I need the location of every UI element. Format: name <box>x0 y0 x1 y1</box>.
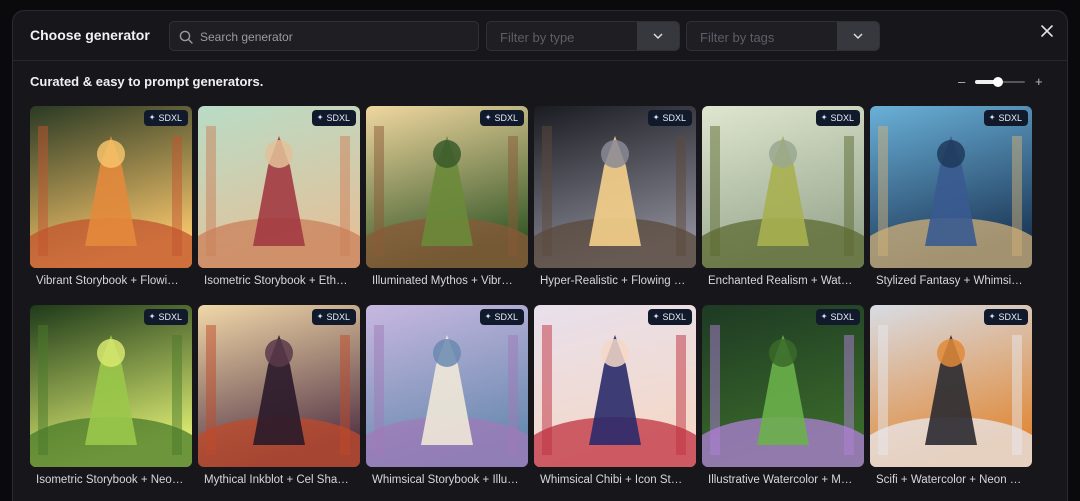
model-badge-label: SDXL <box>830 312 854 322</box>
model-badge: ✦ SDXL <box>311 110 356 126</box>
generator-thumbnail: ✦ SDXL <box>870 305 1032 467</box>
sparkle-icon: ✦ <box>148 113 156 122</box>
model-badge-label: SDXL <box>998 312 1022 322</box>
model-badge: ✦ SDXL <box>479 309 524 325</box>
generator-thumbnail: ✦ SDXL <box>702 305 864 467</box>
generator-modal: Choose generator Filter by type Filter b… <box>12 10 1068 501</box>
model-badge-label: SDXL <box>830 113 854 123</box>
generator-thumbnail: ✦ SDXL <box>30 305 192 467</box>
generator-card[interactable]: ✦ SDXL Enchanted Realism + Wat… <box>702 106 864 293</box>
generator-name: Isometric Storybook + Neo… <box>36 474 184 486</box>
sparkle-icon: ✦ <box>652 113 660 122</box>
model-badge: ✦ SDXL <box>815 309 860 325</box>
generator-name: Stylized Fantasy + Whimsi… <box>876 275 1023 287</box>
search-box[interactable] <box>169 21 479 52</box>
generator-card[interactable]: ✦ SDXL Stylized Fantasy + Whimsi… <box>870 106 1032 293</box>
generator-name: Whimsical Chibi + Icon St… <box>540 474 683 486</box>
model-badge: ✦ SDXL <box>983 110 1028 126</box>
generator-card[interactable]: ✦ SDXL Whimsical Chibi + Icon St… <box>534 305 696 492</box>
generator-thumbnail: ✦ SDXL <box>534 106 696 268</box>
generator-card[interactable]: ✦ SDXL Illustrative Watercolor + M… <box>702 305 864 492</box>
generator-card[interactable]: ✦ SDXL Vibrant Storybook + Flowi… <box>30 106 192 293</box>
modal-title: Choose generator <box>30 27 150 43</box>
filter-type-label: Filter by type <box>500 30 575 45</box>
generator-card[interactable]: ✦ SDXL Whimsical Storybook + Illu… <box>366 305 528 492</box>
generator-card[interactable]: ✦ SDXL Hyper-Realistic + Flowing … <box>534 106 696 293</box>
model-badge-label: SDXL <box>494 312 518 322</box>
generator-name: Illustrative Watercolor + M… <box>708 474 853 486</box>
model-badge-label: SDXL <box>158 113 182 123</box>
thumbnail-size-slider[interactable] <box>975 77 1025 87</box>
model-badge-label: SDXL <box>326 113 350 123</box>
chevron-down-icon <box>853 33 863 39</box>
model-badge: ✦ SDXL <box>479 110 524 126</box>
zoom-out-button[interactable]: – <box>958 74 965 89</box>
generator-name: Isometric Storybook + Eth… <box>204 275 348 287</box>
model-badge: ✦ SDXL <box>647 309 692 325</box>
generator-name: Enchanted Realism + Wat… <box>708 275 853 287</box>
generator-thumbnail: ✦ SDXL <box>870 106 1032 268</box>
model-badge: ✦ SDXL <box>311 309 356 325</box>
generator-card[interactable]: ✦ SDXL Mythical Inkblot + Cel Sha… <box>198 305 360 492</box>
model-badge: ✦ SDXL <box>143 309 188 325</box>
generator-thumbnail: ✦ SDXL <box>366 106 528 268</box>
sparkle-icon: ✦ <box>484 113 492 122</box>
sparkle-icon: ✦ <box>316 113 324 122</box>
generator-thumbnail: ✦ SDXL <box>198 106 360 268</box>
model-badge-label: SDXL <box>662 113 686 123</box>
sparkle-icon: ✦ <box>820 113 828 122</box>
chevron-down-icon <box>653 33 663 39</box>
sparkle-icon: ✦ <box>988 312 996 321</box>
sparkle-icon: ✦ <box>820 312 828 321</box>
model-badge-label: SDXL <box>662 312 686 322</box>
filter-type-select[interactable]: Filter by type <box>486 21 680 51</box>
filter-tags-select[interactable]: Filter by tags <box>686 21 880 51</box>
generator-thumbnail: ✦ SDXL <box>366 305 528 467</box>
generator-thumbnail: ✦ SDXL <box>30 106 192 268</box>
generator-card[interactable]: ✦ SDXL Scifi + Watercolor + Neon … <box>870 305 1032 492</box>
generator-thumbnail: ✦ SDXL <box>198 305 360 467</box>
search-input[interactable] <box>198 22 472 52</box>
slider-handle[interactable] <box>992 77 1003 87</box>
modal-header: Choose generator Filter by type Filter b… <box>13 11 1067 61</box>
model-badge-label: SDXL <box>326 312 350 322</box>
section-subtitle: Curated & easy to prompt generators. <box>30 74 264 89</box>
model-badge-label: SDXL <box>158 312 182 322</box>
model-badge-label: SDXL <box>998 113 1022 123</box>
model-badge: ✦ SDXL <box>815 110 860 126</box>
generator-name: Scifi + Watercolor + Neon … <box>876 474 1022 486</box>
sparkle-icon: ✦ <box>652 312 660 321</box>
model-badge-label: SDXL <box>494 113 518 123</box>
filter-type-dropdown-button[interactable] <box>637 22 679 50</box>
generator-name: Hyper-Realistic + Flowing … <box>540 275 686 287</box>
generator-card[interactable]: ✦ SDXL Isometric Storybook + Neo… <box>30 305 192 492</box>
model-badge: ✦ SDXL <box>983 309 1028 325</box>
model-badge: ✦ SDXL <box>647 110 692 126</box>
model-badge: ✦ SDXL <box>143 110 188 126</box>
generator-card[interactable]: ✦ SDXL Illuminated Mythos + Vibr… <box>366 106 528 293</box>
filter-tags-label: Filter by tags <box>700 30 775 45</box>
generator-name: Whimsical Storybook + Illu… <box>372 474 519 486</box>
sparkle-icon: ✦ <box>484 312 492 321</box>
generator-name: Mythical Inkblot + Cel Sha… <box>204 474 349 486</box>
sparkle-icon: ✦ <box>316 312 324 321</box>
generator-name: Vibrant Storybook + Flowi… <box>36 275 179 287</box>
zoom-in-button[interactable]: + <box>1035 74 1043 89</box>
generator-name: Illuminated Mythos + Vibr… <box>372 275 513 287</box>
sparkle-icon: ✦ <box>988 113 996 122</box>
generator-thumbnail: ✦ SDXL <box>534 305 696 467</box>
generator-thumbnail: ✦ SDXL <box>702 106 864 268</box>
filter-tags-dropdown-button[interactable] <box>837 22 879 50</box>
close-icon[interactable] <box>1039 23 1055 39</box>
sparkle-icon: ✦ <box>148 312 156 321</box>
generator-card[interactable]: ✦ SDXL Isometric Storybook + Eth… <box>198 106 360 293</box>
search-icon <box>179 30 193 44</box>
